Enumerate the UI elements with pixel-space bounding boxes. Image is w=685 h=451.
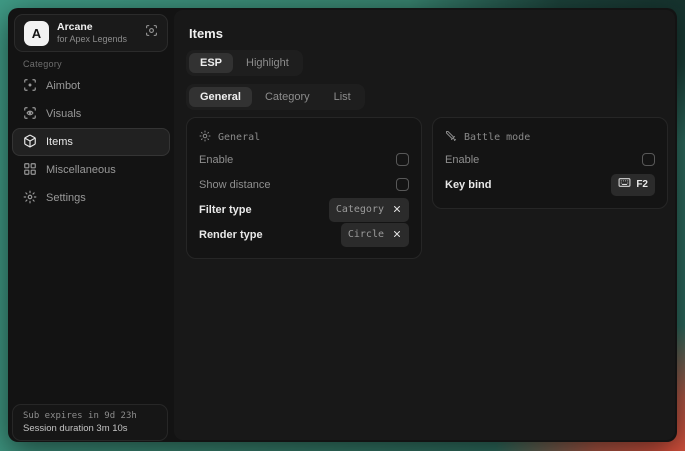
tab-list[interactable]: List xyxy=(323,87,362,107)
setting-label: Enable xyxy=(445,154,479,166)
setting-row-render-type: Render type Circle xyxy=(199,222,409,247)
subscription-info-card: Sub expires in 9d 23h Session duration 3… xyxy=(12,404,168,441)
setting-label: Key bind xyxy=(445,179,491,191)
scan-eye-icon xyxy=(23,106,37,123)
setting-label: Filter type xyxy=(199,204,252,216)
sidebar-item-label: Settings xyxy=(46,192,86,204)
close-icon[interactable] xyxy=(392,226,402,244)
category-section-label: Category xyxy=(23,59,62,69)
enable-checkbox[interactable] xyxy=(396,153,409,166)
panel-title: General xyxy=(218,132,260,143)
setting-label: Enable xyxy=(199,154,233,166)
sidebar-item-label: Miscellaneous xyxy=(46,164,116,176)
setting-label: Show distance xyxy=(199,179,271,191)
app-logo: A xyxy=(24,21,49,46)
layout-grid-icon xyxy=(23,162,37,179)
keyboard-icon xyxy=(618,176,631,194)
settings-panels: General Enable Show distance Filter type… xyxy=(186,117,668,259)
setting-row-show-distance: Show distance xyxy=(199,172,409,197)
render-type-select[interactable]: Circle xyxy=(341,223,409,247)
sidebar-item-label: Aimbot xyxy=(46,80,80,92)
setting-row-key-bind: Key bind F2 xyxy=(445,172,655,197)
focus-target-icon[interactable] xyxy=(145,24,158,42)
show-distance-checkbox[interactable] xyxy=(396,178,409,191)
tab-esp[interactable]: ESP xyxy=(189,53,233,73)
app-name: Arcane xyxy=(57,21,137,34)
selected-value: Circle xyxy=(348,229,384,240)
page-title: Items xyxy=(189,26,223,41)
sidebar-item-miscellaneous[interactable]: Miscellaneous xyxy=(12,156,170,184)
sidebar: A Arcane for Apex Legends Category Aimbo… xyxy=(8,8,174,442)
tab-highlight[interactable]: Highlight xyxy=(235,53,300,73)
app-tagline: for Apex Legends xyxy=(57,34,137,45)
session-duration-text: Session duration 3m 10s xyxy=(23,423,157,434)
gear-icon xyxy=(23,190,37,207)
close-icon[interactable] xyxy=(392,201,402,219)
sidebar-item-visuals[interactable]: Visuals xyxy=(12,100,170,128)
sub-expiry-text: Sub expires in 9d 23h xyxy=(23,411,157,421)
keybind-value: F2 xyxy=(636,179,648,190)
panel-title: Battle mode xyxy=(464,132,530,143)
setting-row-enable: Enable xyxy=(199,147,409,172)
arcane-window: A Arcane for Apex Legends Category Aimbo… xyxy=(8,8,677,442)
selected-value: Category xyxy=(336,204,384,215)
setting-label: Render type xyxy=(199,229,263,241)
sidebar-item-aimbot[interactable]: Aimbot xyxy=(12,72,170,100)
brand-card: A Arcane for Apex Legends xyxy=(14,14,168,52)
keybind-button[interactable]: F2 xyxy=(611,174,655,196)
sidebar-item-label: Items xyxy=(46,136,73,148)
setting-row-filter-type: Filter type Category xyxy=(199,197,409,222)
filter-type-select[interactable]: Category xyxy=(329,198,409,222)
mode-tabs: ESP Highlight xyxy=(186,50,303,76)
setting-row-battle-enable: Enable xyxy=(445,147,655,172)
tab-general[interactable]: General xyxy=(189,87,252,107)
sidebar-nav: Aimbot Visuals Items Miscellaneous xyxy=(12,72,170,212)
sidebar-item-settings[interactable]: Settings xyxy=(12,184,170,212)
general-panel: General Enable Show distance Filter type… xyxy=(186,117,422,259)
crosshair-scan-icon xyxy=(23,78,37,95)
view-tabs: General Category List xyxy=(186,84,365,110)
battle-enable-checkbox[interactable] xyxy=(642,153,655,166)
sidebar-item-label: Visuals xyxy=(46,108,81,120)
package-icon xyxy=(23,134,37,151)
cog-icon xyxy=(199,130,211,145)
sword-icon xyxy=(445,130,457,145)
battle-mode-panel: Battle mode Enable Key bind F2 xyxy=(432,117,668,209)
tab-category[interactable]: Category xyxy=(254,87,321,107)
main-content: Items ESP Highlight General Category Lis… xyxy=(174,10,675,440)
sidebar-item-items[interactable]: Items xyxy=(12,128,170,156)
